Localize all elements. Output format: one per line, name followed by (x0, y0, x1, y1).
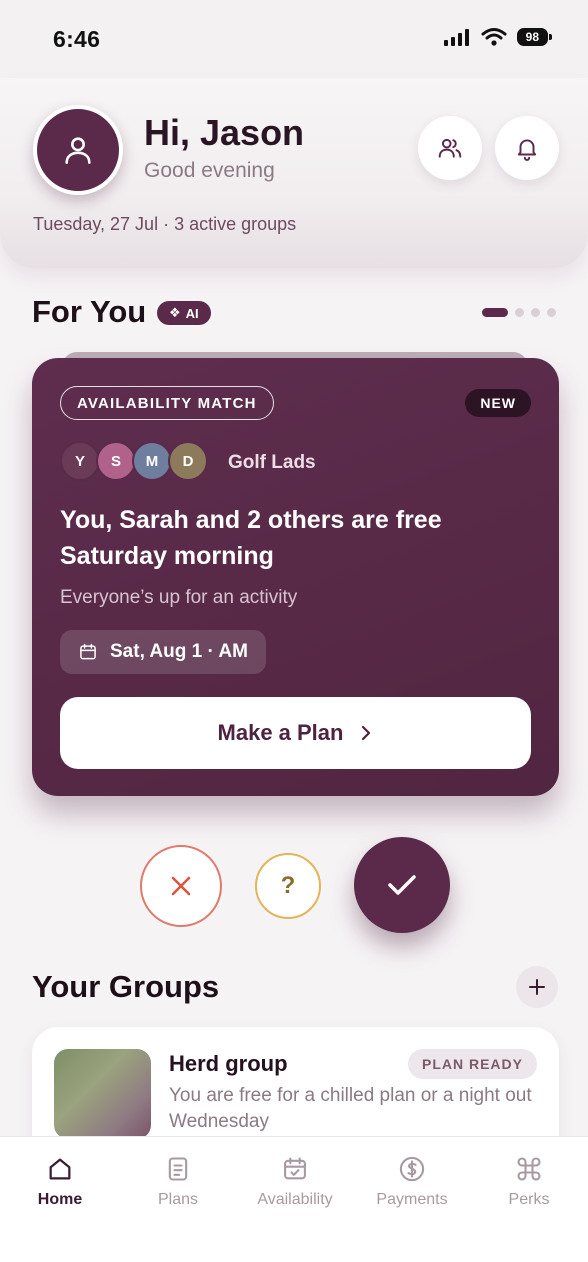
new-badge: NEW (465, 389, 531, 417)
nav-perks[interactable]: Perks (474, 1155, 584, 1209)
date-chip-label: Sat, Aug 1 · AM (110, 641, 248, 662)
signal-icon (443, 29, 469, 46)
nav-home[interactable]: Home (5, 1155, 115, 1209)
group-title: Herd group (169, 1051, 288, 1076)
greeting-subtitle: Good evening (144, 159, 275, 182)
greeting-title: Hi, Jason (144, 112, 305, 153)
close-icon (171, 876, 191, 896)
pager-dot[interactable] (531, 308, 540, 317)
nav-plans-label: Plans (157, 1191, 199, 1208)
wifi-icon (481, 28, 507, 46)
ai-badge: ❖ AI (157, 301, 211, 325)
availability-match-card[interactable]: AVAILABILITY MATCH NEW YSMD Golf Lads Yo… (32, 358, 559, 796)
calendar-check-icon (284, 1157, 306, 1180)
clock: 6:46 (53, 26, 101, 52)
ai-badge-label: AI (185, 305, 199, 321)
pager-dot[interactable] (515, 308, 524, 317)
avatar[interactable] (33, 105, 123, 195)
member-avatar: Y (60, 441, 100, 481)
your-groups-title: Your Groups (32, 969, 220, 1004)
nav-payments-label: Payments (376, 1191, 448, 1208)
dollar-icon (399, 1156, 425, 1182)
users-icon (438, 138, 462, 158)
pager-dot[interactable] (482, 308, 508, 317)
date-line: Tuesday, 27 Jul · 3 active groups (33, 214, 297, 234)
add-group-button[interactable] (516, 966, 558, 1008)
home-icon (49, 1158, 71, 1180)
home-indicator-area (0, 1238, 588, 1262)
member-avatar: D (168, 441, 208, 481)
battery-indicator: 98 (516, 28, 553, 46)
question-icon: ? (280, 872, 296, 899)
notifications-button[interactable] (495, 116, 559, 180)
friends-button[interactable] (418, 116, 482, 180)
member-avatar: S (96, 441, 136, 481)
card-tag: AVAILABILITY MATCH (60, 386, 274, 420)
user-icon (65, 137, 91, 165)
make-plan-button[interactable]: Make a Plan (60, 697, 531, 769)
accept-button[interactable] (354, 837, 450, 933)
group-description: You are free for a chilled plan or a nig… (169, 1085, 532, 1132)
decline-button[interactable] (140, 845, 222, 927)
for-you-title: For You (32, 294, 147, 329)
header: Hi, Jason Good evening Tuesday, 27 Jul ·… (0, 78, 588, 268)
status-bar: 6:46 98 (0, 0, 588, 78)
sparkle-icon: ❖ (169, 305, 181, 320)
maybe-button[interactable]: ? (255, 853, 321, 919)
pager-dot[interactable] (547, 308, 556, 317)
command-icon (517, 1157, 541, 1181)
nav-availability[interactable]: Availability (240, 1155, 350, 1209)
nav-payments[interactable]: Payments (357, 1155, 467, 1209)
plus-icon (529, 979, 545, 995)
nav-perks-label: Perks (508, 1191, 550, 1208)
document-icon (168, 1157, 188, 1181)
nav-plans[interactable]: Plans (123, 1155, 233, 1209)
make-plan-label: Make a Plan (217, 720, 344, 745)
bell-icon (517, 139, 537, 161)
card-headline: You, Sarah and 2 others are free Saturda… (60, 506, 442, 570)
member-avatar: M (132, 441, 172, 481)
member-avatars: YSMD (60, 441, 208, 481)
carousel-pager[interactable] (482, 308, 556, 317)
status-icons: 98 (443, 27, 553, 47)
check-icon (388, 875, 416, 895)
nav-availability-label: Availability (257, 1191, 333, 1208)
chevron-right-icon (362, 725, 371, 741)
card-group-name: Golf Lads (228, 452, 316, 473)
card-subtext: Everyone’s up for an activity (60, 587, 298, 608)
calendar-icon (80, 643, 96, 660)
nav-home-label: Home (37, 1191, 83, 1208)
date-chip: Sat, Aug 1 · AM (60, 630, 266, 674)
group-thumbnail (54, 1049, 151, 1139)
plan-ready-badge: PLAN READY (407, 1049, 537, 1079)
